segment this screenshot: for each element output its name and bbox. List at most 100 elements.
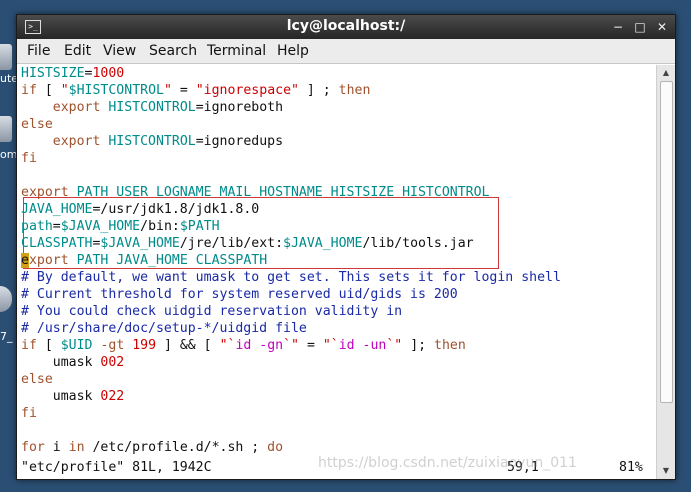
window-title: lcy@localhost:/ — [286, 18, 406, 34]
code-token: =ignoredups — [195, 134, 284, 149]
code-token: ] && [ — [156, 338, 220, 353]
menu-file[interactable]: File — [27, 43, 50, 59]
code-token: fi — [21, 151, 37, 166]
code-token: -gt — [100, 338, 125, 353]
code-token: " — [163, 83, 172, 98]
code-token: HISTCONTROL — [108, 100, 196, 115]
code-token: $UID — [60, 338, 93, 353]
code-token: /jre/lib/ext: — [179, 236, 284, 251]
scrollbar[interactable]: ▲ ▼ — [656, 65, 675, 479]
code-token: # /usr/share/doc/setup-*/uidgid file — [21, 321, 307, 336]
code-line: umask 022 — [21, 388, 124, 405]
code-token: else — [21, 372, 53, 387]
code-token: $JAVA_HOME — [60, 219, 141, 234]
code-token: then — [434, 338, 466, 353]
code-line: JAVA_HOME=/usr/jdk1.8/jdk1.8.0 — [21, 201, 259, 218]
code-token: 002 — [100, 355, 125, 370]
computer-icon — [0, 44, 12, 70]
code-token: umask — [21, 355, 101, 370]
code-token: fi — [21, 406, 37, 421]
text-cursor: e — [21, 253, 29, 268]
code-token: "` — [219, 338, 236, 353]
code-token: PATH USER LOGNAME MAIL HOSTNAME HISTSIZE… — [76, 185, 490, 200]
code-token: =ignoreboth — [195, 100, 284, 115]
code-token: path — [21, 219, 53, 234]
scroll-thumb[interactable] — [660, 81, 673, 403]
code-token: HISTSIZE — [21, 66, 85, 81]
terminal-window: >_ lcy@localhost:/ − □ ✕ File Edit View … — [16, 14, 676, 480]
scroll-down-icon[interactable]: ▼ — [657, 463, 675, 479]
code-line: else — [21, 371, 53, 388]
code-token: do — [267, 440, 284, 455]
code-token: `" — [386, 338, 403, 353]
home-folder-icon — [0, 116, 12, 142]
code-token: = — [299, 338, 323, 353]
code-token: # You could check uidgid reservation val… — [21, 304, 403, 319]
code-line: for i in /etc/profile.d/*.sh ; do — [21, 439, 283, 456]
code-token: JAVA_HOME — [21, 202, 93, 217]
code-token: `" — [283, 338, 299, 353]
code-token: $JAVA_HOME — [100, 236, 180, 251]
code-token: export — [21, 185, 69, 200]
desktop-label-1: ute — [0, 72, 16, 85]
menu-bar: File Edit View Search Terminal Help — [17, 39, 675, 64]
code-token: # By default, we want umask to get set. … — [21, 270, 561, 285]
code-line: export PATH USER LOGNAME MAIL HOSTNAME H… — [21, 184, 489, 201]
code-token: in — [68, 440, 85, 455]
code-token: [ — [36, 83, 61, 98]
code-token: 199 — [132, 338, 157, 353]
dvd-icon — [0, 286, 12, 312]
code-token: HISTCONTROL — [108, 134, 196, 149]
code-token: 1000 — [92, 66, 125, 81]
code-token: id -un — [338, 338, 387, 353]
code-line: if [ "$HISTCONTROL" = "ignorespace" ] ; … — [21, 82, 370, 99]
code-line: # By default, we want umask to get set. … — [21, 269, 561, 286]
code-token: if — [21, 83, 37, 98]
code-token: /etc/profile.d/*.sh ; — [84, 440, 268, 455]
code-token: [ — [36, 338, 61, 353]
code-token: PATH JAVA_HOME CLASSPATH — [76, 253, 268, 268]
menu-help[interactable]: Help — [277, 43, 309, 59]
code-token: xport — [28, 253, 69, 268]
code-line: export PATH JAVA_HOME CLASSPATH — [21, 252, 267, 269]
code-line: CLASSPATH=$JAVA_HOME/jre/lib/ext:$JAVA_H… — [21, 235, 474, 252]
menu-edit[interactable]: Edit — [64, 43, 91, 59]
scroll-up-icon[interactable]: ▲ — [657, 65, 675, 81]
code-line: # Current threshold for system reserved … — [21, 286, 458, 303]
code-token: for — [21, 440, 45, 455]
code-token: 022 — [100, 389, 125, 404]
code-token: umask — [21, 389, 101, 404]
code-token: "` — [322, 338, 339, 353]
code-token: else — [21, 117, 53, 132]
menu-view[interactable]: View — [103, 43, 136, 59]
code-token: CLASSPATH — [21, 236, 93, 251]
menu-search[interactable]: Search — [149, 43, 197, 59]
status-percent: 81% — [619, 460, 643, 475]
code-token: /lib/tools.jar — [362, 236, 474, 251]
title-bar[interactable]: >_ lcy@localhost:/ − □ ✕ — [17, 15, 675, 39]
code-line: else — [21, 116, 53, 133]
maximize-icon[interactable]: □ — [631, 18, 649, 36]
code-token: id -gn — [235, 338, 284, 353]
menu-terminal[interactable]: Terminal — [207, 43, 266, 59]
code-token: $JAVA_HOME — [283, 236, 363, 251]
code-line: fi — [21, 150, 37, 167]
code-token: then — [338, 83, 371, 98]
code-token: ]; — [402, 338, 435, 353]
minimize-icon[interactable]: − — [609, 18, 627, 36]
code-token: = — [171, 83, 196, 98]
code-line: if [ $UID -gt 199 ] && [ "`id -gn`" = "`… — [21, 337, 466, 354]
terminal-content[interactable]: "etc/profile" 81L, 1942C 59,1 81% HISTSI… — [19, 65, 657, 479]
code-token: # Current threshold for system reserved … — [21, 287, 458, 302]
close-icon[interactable]: ✕ — [653, 18, 671, 36]
code-line: export HISTCONTROL=ignoreboth — [21, 99, 283, 116]
code-token: ] ; — [298, 83, 339, 98]
code-line: path=$JAVA_HOME/bin:$PATH — [21, 218, 220, 235]
code-token: $HISTCONTROL — [68, 83, 164, 98]
code-token: if — [21, 338, 37, 353]
code-line: HISTSIZE=1000 — [21, 65, 124, 82]
code-token: "ignorespace" — [195, 83, 299, 98]
